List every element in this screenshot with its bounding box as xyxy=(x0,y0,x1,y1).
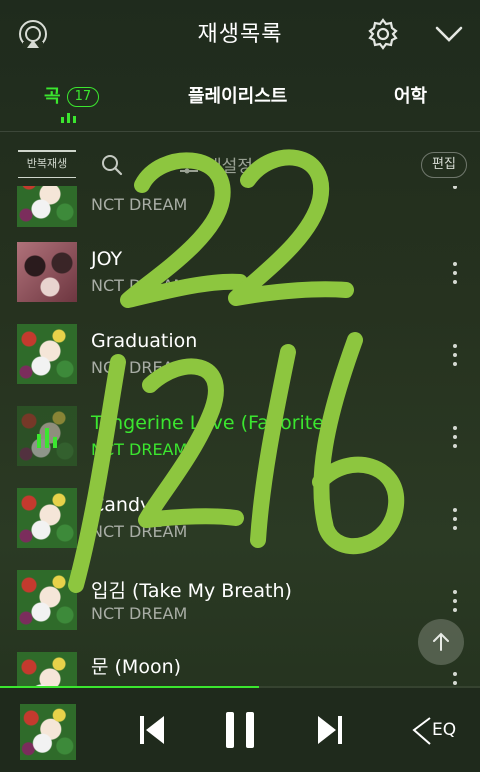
more-icon[interactable] xyxy=(452,590,458,612)
song-title: 문 (Moon) xyxy=(91,656,182,678)
gear-icon[interactable] xyxy=(365,16,401,52)
edit-button[interactable]: 편집 xyxy=(421,152,467,178)
more-icon[interactable] xyxy=(452,344,458,366)
list-item[interactable]: NCT DREAM xyxy=(0,186,480,238)
eq-label: EQ xyxy=(432,720,457,740)
sort-button[interactable]: 내설정순 xyxy=(206,152,269,177)
list-item[interactable]: JOY NCT DREAM xyxy=(0,242,480,324)
song-artist: NCT DREAM xyxy=(91,195,188,214)
more-icon[interactable] xyxy=(452,426,458,448)
more-icon[interactable] xyxy=(452,186,458,189)
song-artist: NCT DREAM xyxy=(91,276,188,295)
album-art xyxy=(17,570,77,630)
arrow-up-icon xyxy=(433,632,449,651)
album-art xyxy=(17,324,77,384)
eq-icon xyxy=(412,717,431,745)
song-title: 입김 (Take My Breath) xyxy=(91,580,292,602)
eq-button[interactable]: EQ xyxy=(412,714,462,748)
list-item[interactable]: Candy NCT DREAM xyxy=(0,488,480,570)
song-title: Graduation xyxy=(91,330,198,352)
pause-icon[interactable] xyxy=(222,708,258,752)
song-title: Candy xyxy=(91,494,152,516)
song-list: NCT DREAM JOY NCT DREAM Graduation NCT D… xyxy=(0,186,480,686)
search-icon[interactable] xyxy=(100,153,124,177)
equalizer-icon xyxy=(37,428,57,448)
more-icon[interactable] xyxy=(452,262,458,284)
previous-icon[interactable] xyxy=(136,712,168,748)
song-artist: NCT DREAM xyxy=(91,358,188,377)
page-title: 재생목록 xyxy=(197,22,283,47)
now-playing-art[interactable] xyxy=(20,704,76,760)
song-artist: NCT DREAM xyxy=(91,522,188,541)
header: 재생목록 xyxy=(0,0,480,68)
song-count-badge: 17 xyxy=(66,87,100,107)
tab-songs-label: 곡 xyxy=(44,86,61,107)
tab-playlists[interactable]: 플레이리스트 xyxy=(188,82,287,108)
scroll-to-top-button[interactable] xyxy=(418,619,464,665)
album-art xyxy=(17,186,77,227)
list-item[interactable]: Tangerine Love (Favorite) NCT DREAM xyxy=(0,406,480,488)
list-item[interactable]: 문 (Moon) xyxy=(0,652,480,686)
song-title: JOY xyxy=(91,248,123,270)
more-icon[interactable] xyxy=(452,508,458,530)
song-title: Tangerine Love (Favorite) xyxy=(91,412,332,434)
song-artist: NCT DREAM xyxy=(91,604,188,623)
list-item[interactable]: 입김 (Take My Breath) NCT DREAM xyxy=(0,570,480,652)
mini-player: EQ xyxy=(0,688,480,772)
tab-songs[interactable]: 곡 17 xyxy=(44,82,100,108)
repeat-button[interactable]: 반복재생 xyxy=(18,148,76,180)
album-art xyxy=(17,488,77,548)
now-playing-indicator xyxy=(61,113,77,123)
album-art xyxy=(17,652,77,686)
next-icon[interactable] xyxy=(314,712,346,748)
tab-language[interactable]: 어학 xyxy=(394,82,427,108)
album-art xyxy=(17,242,77,302)
chevron-down-icon[interactable] xyxy=(431,16,467,52)
sort-icon[interactable] xyxy=(178,154,200,176)
song-artist: NCT DREAM xyxy=(91,440,188,459)
list-toolbar: 반복재생 내설정순 편집 xyxy=(0,142,480,186)
more-icon[interactable] xyxy=(452,672,458,686)
list-item[interactable]: Graduation NCT DREAM xyxy=(0,324,480,406)
